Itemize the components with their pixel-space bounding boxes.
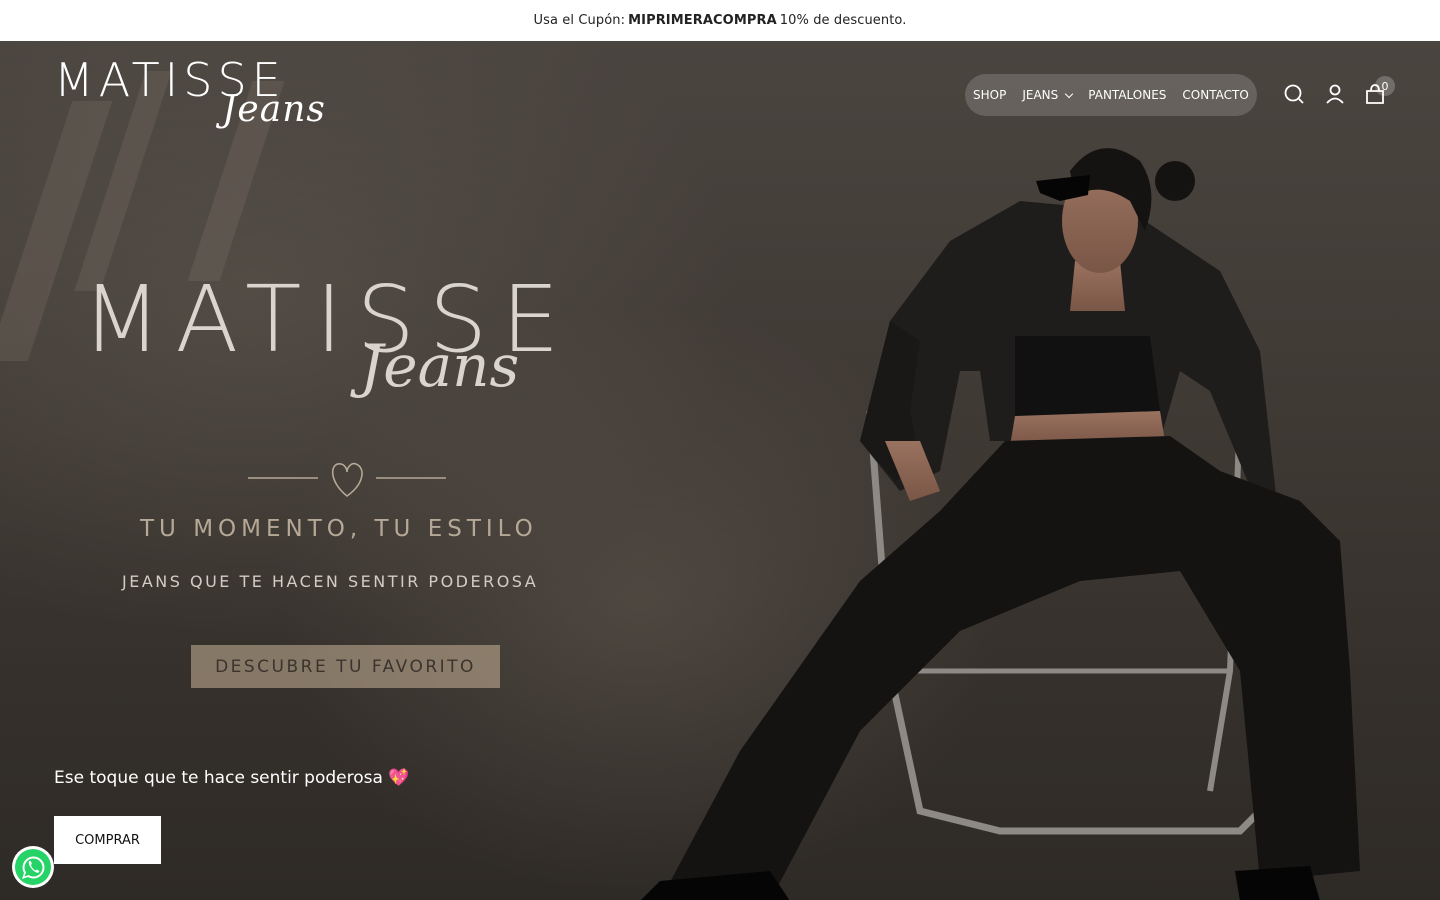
logo-script: Jeans (222, 89, 326, 130)
nav-label: JEANS (1022, 88, 1059, 102)
model-photo (641, 148, 1360, 900)
announcement-bar: Usa el Cupón: MIPRIMERACOMPRA 10% de des… (0, 0, 1440, 41)
hero-subtagline: JEANS QUE TE HACEN SENTIR PODEROSA (122, 572, 539, 591)
hero-script: Jeans (360, 332, 520, 400)
comprar-label: COMPRAR (75, 832, 140, 848)
main-nav: SHOP JEANS PANTALONES CONTACTO (965, 74, 1257, 116)
hero-text: Ese toque que te hace sentir poderosa 💖 (54, 768, 410, 788)
cart-count-badge: 0 (1375, 76, 1395, 96)
coupon-code: MIPRIMERACOMPRA (628, 13, 777, 28)
chevron-down-icon (1065, 89, 1074, 98)
announcement-suffix: 10% de descuento. (779, 13, 907, 28)
nav-item-pantalones[interactable]: PANTALONES (1088, 88, 1166, 102)
whatsapp-icon (15, 849, 51, 885)
discover-label: DESCUBRE TU FAVORITO (215, 656, 476, 677)
nav-item-shop[interactable]: SHOP (973, 88, 1006, 102)
nav-label: SHOP (973, 88, 1007, 102)
nav-item-jeans[interactable]: JEANS (1022, 88, 1074, 102)
discover-favorite-banner: DESCUBRE TU FAVORITO (191, 645, 500, 688)
announcement-prefix: Usa el Cupón: (533, 13, 626, 28)
nav-label: CONTACTO (1182, 88, 1249, 102)
hero-tagline: TU MOMENTO, TU ESTILO (140, 516, 538, 542)
site-logo[interactable]: MATISSE Jeans (54, 53, 354, 139)
comprar-button[interactable]: COMPRAR (54, 816, 161, 864)
search-icon[interactable] (1283, 83, 1305, 105)
heart-divider-icon (248, 462, 446, 497)
nav-item-contacto[interactable]: CONTACTO (1182, 88, 1248, 102)
user-icon[interactable] (1324, 83, 1346, 105)
hero-banner: MATISSE Jeans SHOP JEANS PANTALONES CONT… (0, 41, 1440, 900)
whatsapp-button[interactable] (12, 846, 54, 888)
nav-label: PANTALONES (1088, 88, 1167, 102)
